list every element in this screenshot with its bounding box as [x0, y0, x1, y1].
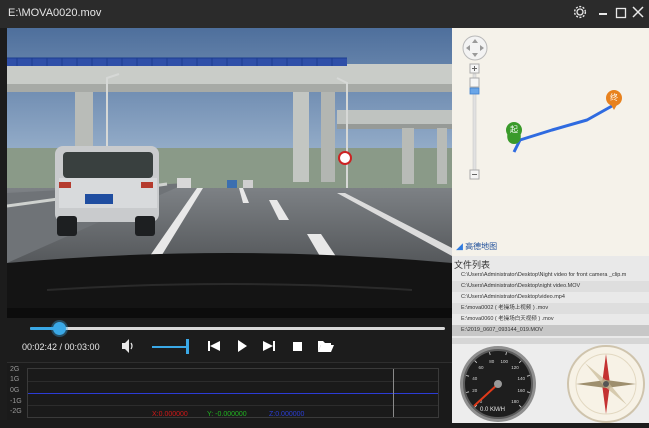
- map-zoom-handle[interactable]: [469, 87, 480, 95]
- playhead-marker: [393, 369, 394, 417]
- gsensor-label-0g: 0G: [10, 387, 20, 394]
- title-bar: E:\MOVA0020.mov: [0, 0, 649, 28]
- speed-tick-label: 60: [478, 365, 484, 370]
- file-list-item[interactable]: E:\mova0060 ( 老操场白天视频 ) .mov: [452, 314, 649, 325]
- next-icon[interactable]: [261, 338, 277, 354]
- speed-readout: 0.0 KM/H: [480, 407, 506, 413]
- map-view[interactable]: 起 终 ◢ 高德地图: [452, 28, 649, 256]
- map-zoom-slider[interactable]: [469, 77, 480, 88]
- app-window: E:\MOVA0020.mov 00:02:42 / 00:03:00 2G 1…: [0, 0, 649, 423]
- speed-tick-label: 180: [511, 399, 519, 404]
- gridline: [28, 381, 438, 382]
- map-brand-logo-icon: ◢: [456, 241, 463, 251]
- gsensor-label-2g: 2G: [10, 366, 20, 373]
- gridline: [28, 405, 438, 406]
- gsensor-y-readout: Y: -0.000000: [207, 411, 247, 418]
- gear-icon[interactable]: [570, 4, 590, 24]
- video-frame[interactable]: [7, 28, 452, 318]
- file-list: 文件列表 C:\Users\Administrator\Desktop\Nigh…: [452, 256, 649, 344]
- compass: [567, 345, 645, 423]
- file-list-item[interactable]: C:\Users\Administrator\Desktop\Night vid…: [452, 270, 649, 281]
- file-list-item[interactable]: C:\Users\Administrator\Desktop\night vid…: [452, 281, 649, 292]
- map-canvas: [462, 35, 622, 180]
- gsensor-label-1g: 1G: [10, 376, 20, 383]
- gsensor-label-minus2g: -2G: [10, 408, 22, 415]
- speed-tick-label: 100: [500, 359, 508, 364]
- minimize-icon[interactable]: [593, 4, 613, 24]
- player-controls: 00:02:42 / 00:03:00: [0, 318, 452, 358]
- file-list-item-selected[interactable]: E:\2019_0607_093144_019.MOV: [452, 325, 649, 336]
- speed-tick-label: 120: [511, 365, 519, 370]
- speed-tick-label: 160: [517, 388, 525, 393]
- stop-icon[interactable]: [291, 338, 305, 354]
- previous-icon[interactable]: [206, 338, 222, 354]
- volume-slider-handle[interactable]: [186, 339, 189, 354]
- file-list-item[interactable]: E:\mova0002 ( 老操场上视频 ) .mov: [452, 303, 649, 314]
- window-title: E:\MOVA0020.mov: [8, 7, 102, 19]
- gsensor-graph: 2G 1G 0G -1G -2G X:0.000000 Y: -0.000000…: [7, 362, 452, 420]
- play-icon[interactable]: [235, 338, 249, 354]
- end-marker-label: 终: [610, 93, 618, 102]
- map-brand: ◢ 高德地图: [456, 241, 497, 252]
- progress-bar[interactable]: [30, 322, 445, 335]
- side-panel: 起 终 ◢ 高德地图 文件列表 C:\Users\Administrator\D…: [452, 28, 649, 423]
- file-list-item[interactable]: C:\Users\Administrator\Desktop\video.mp4: [452, 292, 649, 303]
- speed-tick-label: 140: [517, 376, 525, 381]
- close-icon[interactable]: [628, 4, 648, 24]
- volume-slider-track[interactable]: [152, 346, 188, 348]
- playback-time: 00:02:42 / 00:03:00: [22, 342, 100, 352]
- speed-tick-label: 40: [472, 376, 478, 381]
- speed-tick-label: 80: [489, 359, 495, 364]
- speed-tick-label: 20: [472, 388, 478, 393]
- gauge-panel: 0 20 40 60 80 100 120 140 160 180 0.0 KM/H: [452, 344, 649, 423]
- folder-open-icon[interactable]: [317, 338, 335, 354]
- gsensor-trace: [28, 393, 438, 394]
- volume-icon[interactable]: [121, 338, 135, 354]
- route-line: [512, 104, 613, 153]
- start-marker-label: 起: [510, 125, 518, 134]
- gsensor-label-minus1g: -1G: [10, 398, 22, 405]
- dashcam-scene-image: [7, 28, 452, 318]
- progress-handle[interactable]: [53, 322, 67, 335]
- gsensor-z-readout: Z:0.000000: [269, 411, 305, 418]
- gsensor-x-readout: X:0.000000: [152, 411, 188, 418]
- map-brand-text: 高德地图: [465, 242, 498, 251]
